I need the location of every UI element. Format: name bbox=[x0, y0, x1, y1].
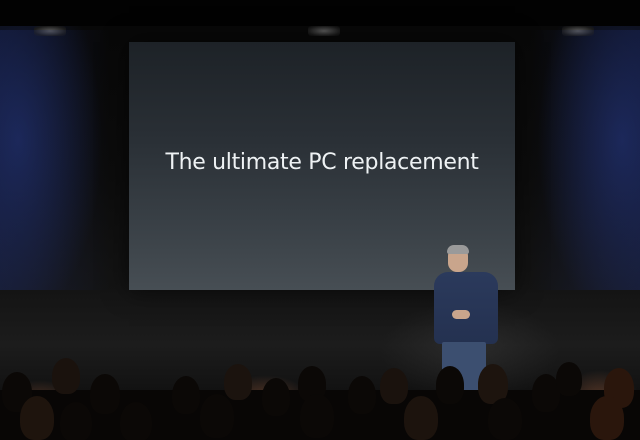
audience-head bbox=[52, 358, 80, 394]
audience-head bbox=[120, 402, 152, 440]
audience-head bbox=[556, 362, 582, 396]
presenter-hands bbox=[452, 310, 470, 319]
ceiling bbox=[0, 0, 640, 26]
audience-head bbox=[200, 394, 234, 438]
audience bbox=[0, 350, 640, 440]
audience-head bbox=[404, 396, 438, 440]
ceiling-light bbox=[308, 26, 340, 36]
audience-head bbox=[488, 398, 522, 440]
audience-head bbox=[224, 364, 252, 400]
audience-head bbox=[590, 396, 624, 440]
slide-title: The ultimate PC replacement bbox=[165, 150, 479, 175]
audience-head bbox=[380, 368, 408, 404]
audience-head bbox=[90, 374, 120, 414]
audience-head bbox=[436, 366, 464, 404]
audience-head bbox=[60, 402, 92, 440]
presenter-torso bbox=[434, 272, 498, 344]
audience-head bbox=[20, 396, 54, 440]
audience-head bbox=[348, 376, 376, 414]
audience-head bbox=[262, 378, 290, 416]
audience-head bbox=[300, 394, 334, 438]
audience-head bbox=[172, 376, 200, 414]
keynote-stage: The ultimate PC replacement bbox=[0, 0, 640, 440]
presenter-hair bbox=[447, 245, 469, 254]
